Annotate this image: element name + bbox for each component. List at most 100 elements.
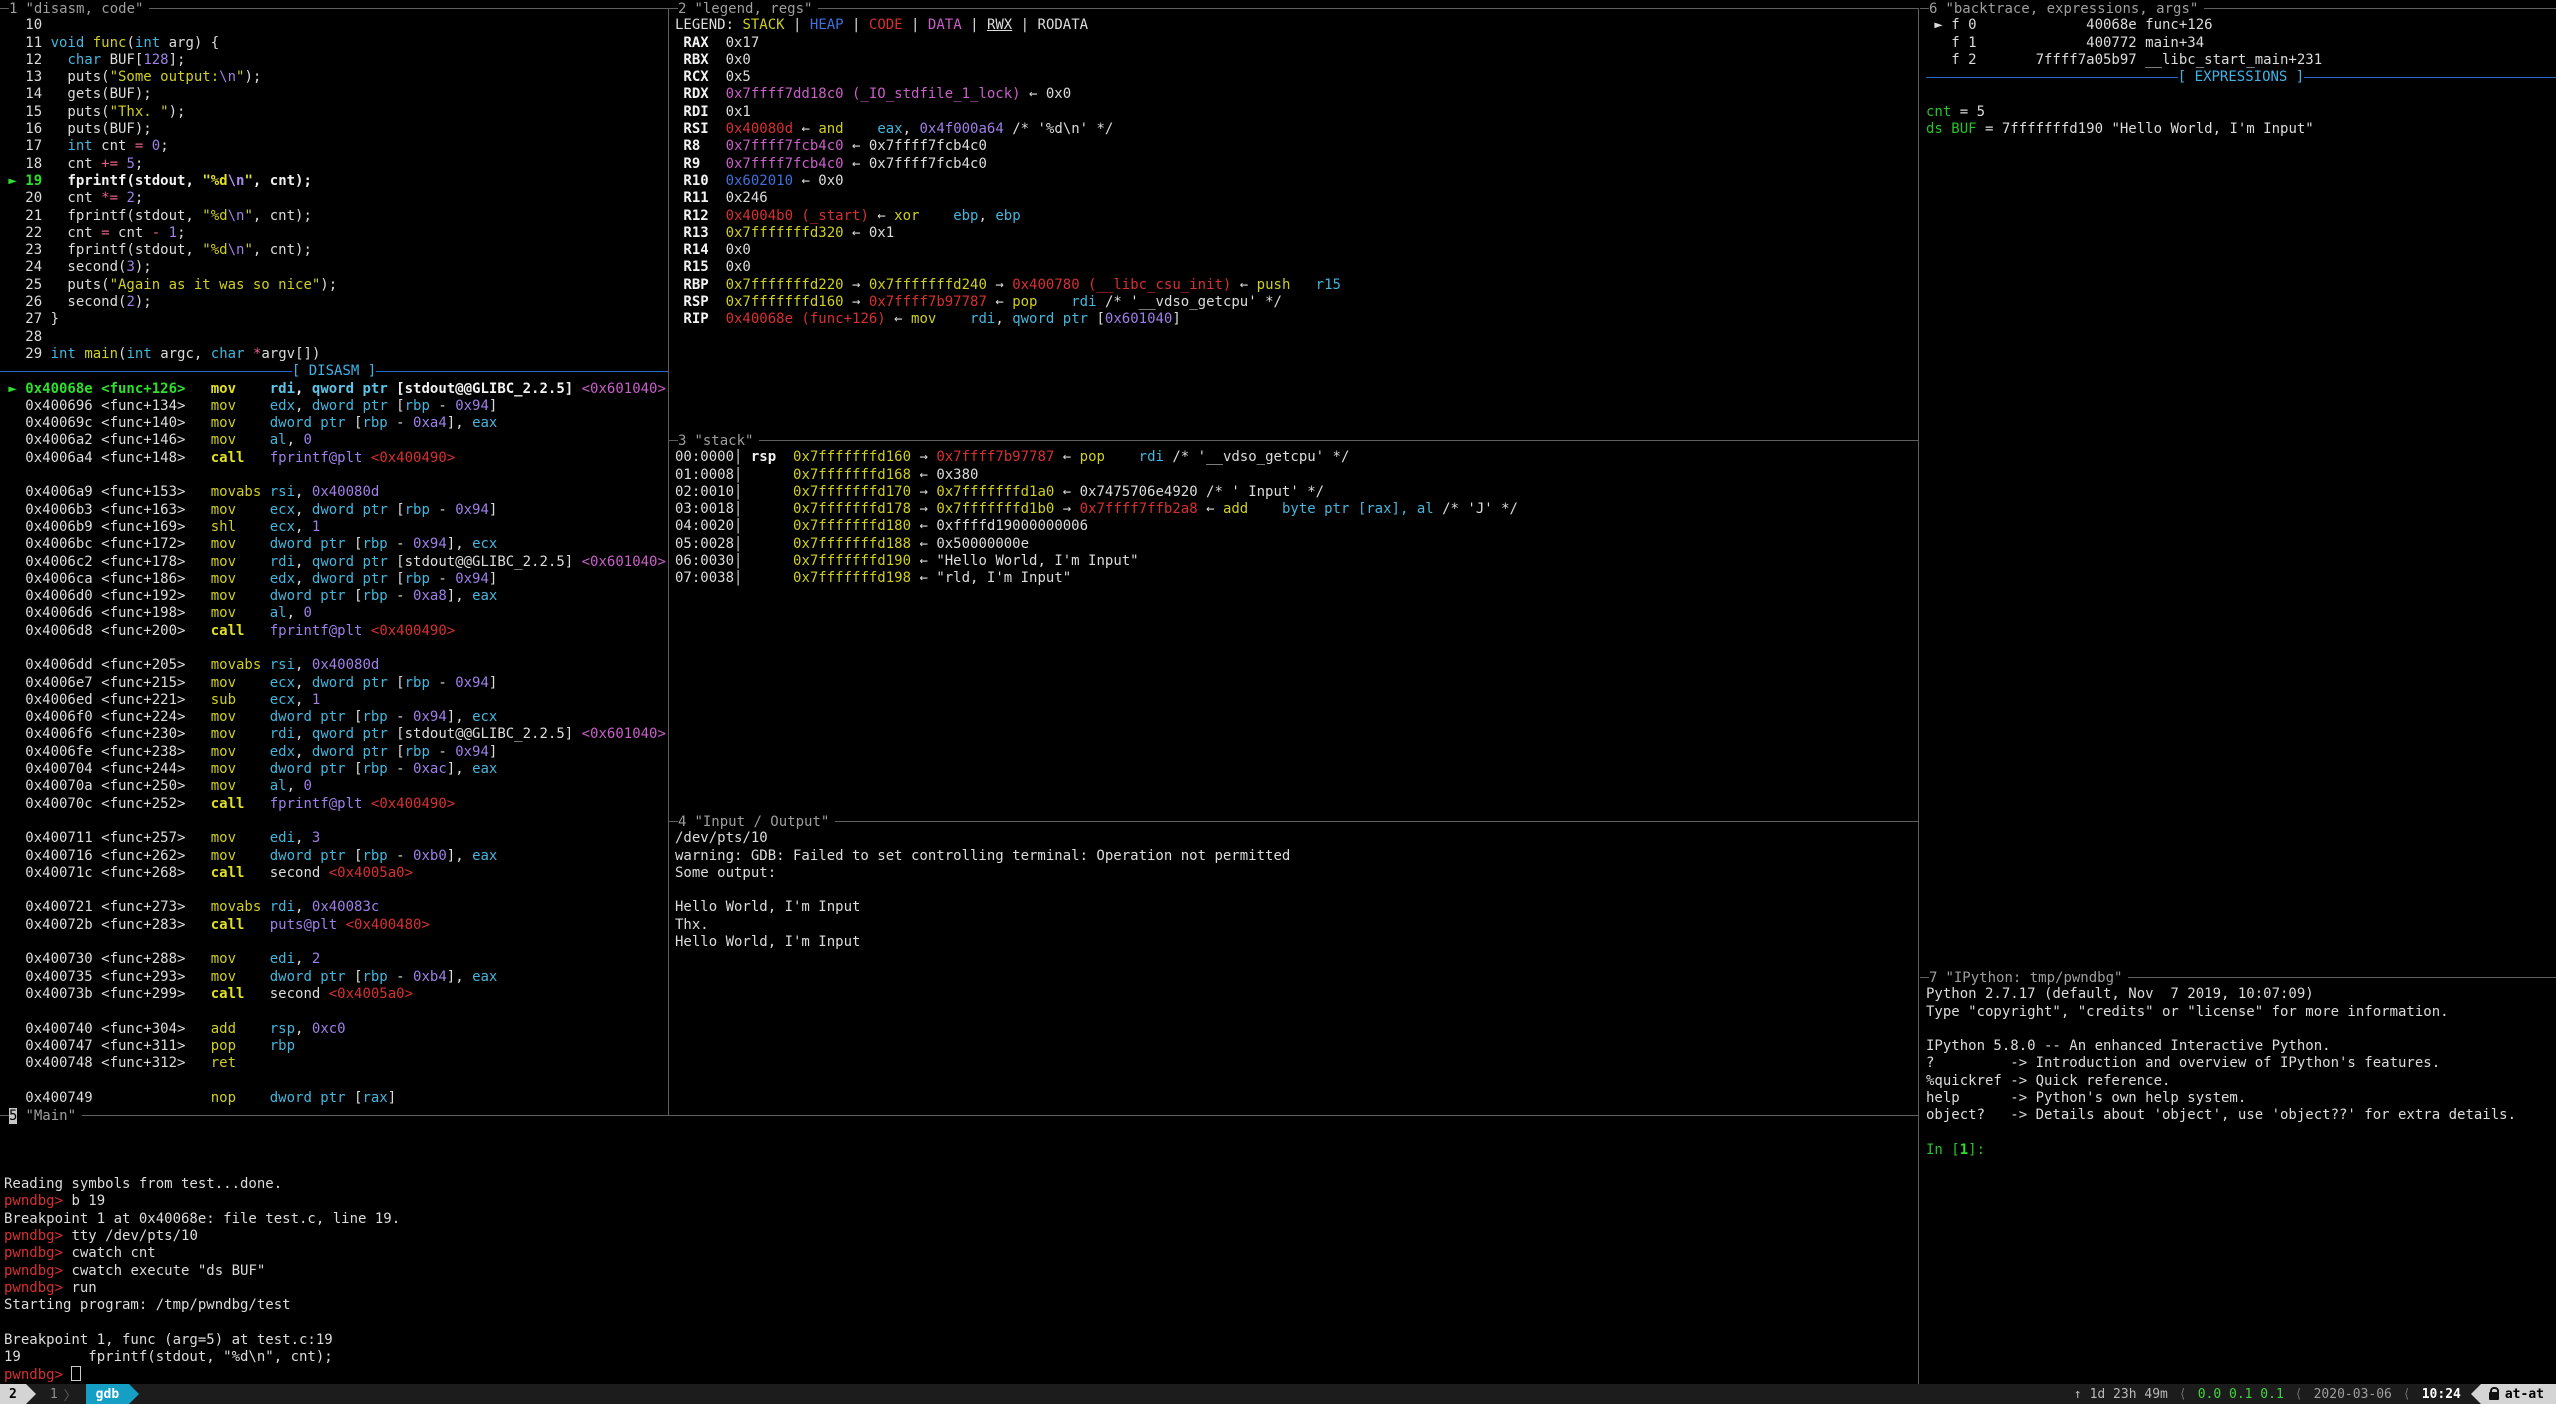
terminal-text-span: rbp [270, 1038, 295, 1054]
pane-main-gdb-console[interactable]: 5"Main" Reading symbols from test...done… [0, 1107, 1918, 1384]
pane-ipython[interactable]: 7"IPython: tmp/pwndbg" Python 2.7.17 (de… [1920, 969, 2556, 1384]
terminal-text-span: 0x7ffff7ffb2a8 [1080, 501, 1198, 517]
pane-border-vertical[interactable] [668, 8, 669, 1116]
terminal-text-span: movabs [211, 484, 262, 500]
terminal-text-span: RBX [675, 52, 726, 68]
terminal-text-span: cnt [1926, 104, 1951, 120]
pane-stack[interactable]: 3"stack" 00:0000│ rsp 0x7fffffffd160 → 0… [669, 432, 1918, 813]
terminal-line: 0x4006ca <func+186> mov edx, dword ptr [… [0, 571, 668, 588]
terminal-line: 18 cnt += 5; [0, 156, 668, 173]
terminal-text-span: 0x7ffff7fcb4c0 [726, 156, 844, 172]
terminal-line: 0x4006b3 <func+163> mov ecx, dword ptr [… [0, 502, 668, 519]
terminal-line: 24 second(3); [0, 259, 668, 276]
terminal-text-span: R9 [675, 156, 726, 172]
terminal-text-span: arg) { [160, 35, 219, 51]
terminal-text-span: ret [211, 1055, 236, 1071]
border-line [669, 821, 678, 822]
tmux-status-bar: 2 1 〉 gdb ↑ 1d 23h 49m ⟨ 0.0 0.1 0.1 ⟨ 2… [0, 1384, 2556, 1404]
pane-backtrace-expressions[interactable]: 6"backtrace, expressions, args" ► f 0 40… [1920, 0, 2556, 969]
terminal-text-span: 17 [0, 138, 67, 154]
terminal-line: ► 19 fprintf(stdout, "%d\n", cnt); [0, 173, 668, 190]
terminal-text-span: ] [489, 744, 497, 760]
terminal-text-span: 0x0 [726, 242, 751, 258]
terminal-text-span: 0x40080d [312, 657, 379, 673]
terminal-text-span: edi [270, 951, 295, 967]
tmux-status-right: ↑ 1d 23h 49m ⟨ 0.0 0.1 0.1 ⟨ 2020-03-06 … [2070, 1384, 2556, 1404]
terminal-text-span [160, 225, 168, 241]
terminal-text-span: al [270, 778, 287, 794]
terminal-text-span: 2 [126, 294, 134, 310]
pane-title: 5"Main" [0, 1107, 1918, 1124]
tmux-session-badge[interactable]: 2 [0, 1384, 26, 1404]
terminal-text-span: 26 second( [0, 294, 126, 310]
terminal-text-span: rsp [751, 449, 776, 465]
terminal-line: Hello World, I'm Input [675, 934, 1918, 951]
terminal-text-span: second [244, 986, 328, 1002]
pane-disasm-code[interactable]: 1"disasm, code" 10 11 void func(int arg)… [0, 0, 668, 1107]
terminal-text-span [236, 588, 270, 604]
terminal-text-span: → [911, 449, 936, 465]
terminal-text-span: 20 cnt [0, 190, 101, 206]
terminal-text-span: RDI [675, 104, 726, 120]
terminal-text-span: 0x4006a2 <func+146> [0, 432, 211, 448]
gdb-console-content[interactable]: Reading symbols from test...done.pwndbg>… [0, 1124, 1918, 1383]
tmux-window-index[interactable]: 1 [36, 1384, 64, 1404]
terminal-text-span: ], [447, 709, 472, 725]
terminal-text-span: "%d [202, 208, 227, 224]
terminal-text-span: 0x7fffffffd220 [726, 277, 844, 293]
terminal-text-span: /* '__vdso_getcpu' */ [1164, 449, 1349, 465]
terminal-text-span: ] [489, 675, 497, 691]
terminal-line: f 2 7ffff7a05b97 __libc_start_main+231 [1926, 52, 2556, 69]
terminal-text-span: ► f 0 40068e func+126 [1926, 17, 2213, 33]
terminal-text-span: pwndbg> [4, 1228, 71, 1244]
terminal-text-span: /* '__vdso_getcpu' */ [1097, 294, 1282, 310]
pane-border-vertical[interactable] [1918, 8, 1919, 1384]
terminal-text-span: - [388, 415, 413, 431]
terminal-line: 0x4006dd <func+205> movabs rsi, 0x40080d [0, 657, 668, 674]
terminal-line: pwndbg> cwatch cnt [4, 1245, 1918, 1262]
terminal-text-span: 1 [169, 225, 177, 241]
terminal-text-span: RSI [675, 121, 726, 137]
terminal-line: 0x400748 <func+312> ret [0, 1055, 668, 1072]
terminal-text-span: 0x400696 <func+134> [0, 398, 211, 414]
text-cursor[interactable] [71, 1366, 81, 1381]
terminal-text-span: mov [211, 536, 236, 552]
pane-title: 1"disasm, code" [0, 0, 668, 17]
terminal-text-span: ← [793, 121, 818, 137]
terminal-text-span: ); [169, 104, 186, 120]
terminal-line: 0x4006f0 <func+224> mov dword ptr [rbp -… [0, 709, 668, 726]
terminal-text-span: STACK [742, 17, 784, 33]
terminal-line: RAX 0x17 [675, 35, 1918, 52]
terminal-text-span: int [67, 138, 92, 154]
pane-number: 1 [9, 1, 17, 17]
terminal-line: 29 int main(int argc, char *argv[]) [0, 346, 668, 363]
terminal-text-span: rdi [270, 899, 295, 915]
terminal-text-span: func [93, 35, 127, 51]
pane-input-output[interactable]: 4"Input / Output" /dev/pts/10warning: GD… [669, 813, 1918, 1107]
terminal-line: 07:0038│ 0x7fffffffd198 ← "rld, I'm Inpu… [675, 570, 1918, 587]
pane-title-text: "Input / Output" [694, 814, 829, 830]
terminal-text-span: Type "copyright", "credits" or "license"… [1926, 1004, 2449, 1020]
separator-line [0, 371, 292, 372]
terminal-text-span: 0x7fffffffd1b0 [936, 501, 1054, 517]
terminal-line: Thx. [675, 917, 1918, 934]
ipython-content[interactable]: Python 2.7.17 (default, Nov 7 2019, 10:0… [1920, 986, 2556, 1159]
pane-title: 7"IPython: tmp/pwndbg" [1920, 969, 2556, 986]
terminal-text-span: - [430, 398, 455, 414]
terminal-text-span: 0x7fffffffd320 [726, 225, 844, 241]
terminal-text-span: mov [211, 571, 236, 587]
terminal-text-span: 0x246 [726, 190, 768, 206]
border-line [669, 440, 678, 441]
terminal-text-span: , [295, 484, 312, 500]
terminal-text-span: object? -> Details about 'object', use '… [1926, 1107, 2516, 1123]
terminal-text-span [236, 778, 270, 794]
terminal-text-span: ← 0x0 [793, 173, 844, 189]
terminal-line: object? -> Details about 'object', use '… [1926, 1107, 2556, 1124]
terminal-text-span: R12 [675, 208, 726, 224]
terminal-text-span: | [785, 17, 810, 33]
tmux-active-window-tab[interactable]: gdb [86, 1384, 129, 1404]
border-line [1920, 977, 1929, 978]
pane-legend-regs[interactable]: 2"legend, regs" LEGEND: STACK | HEAP | C… [669, 0, 1918, 432]
terminal-text-span: rdi [1139, 449, 1164, 465]
terminal-line: 0x4006d8 <func+200> call fprintf@plt <0x… [0, 623, 668, 640]
